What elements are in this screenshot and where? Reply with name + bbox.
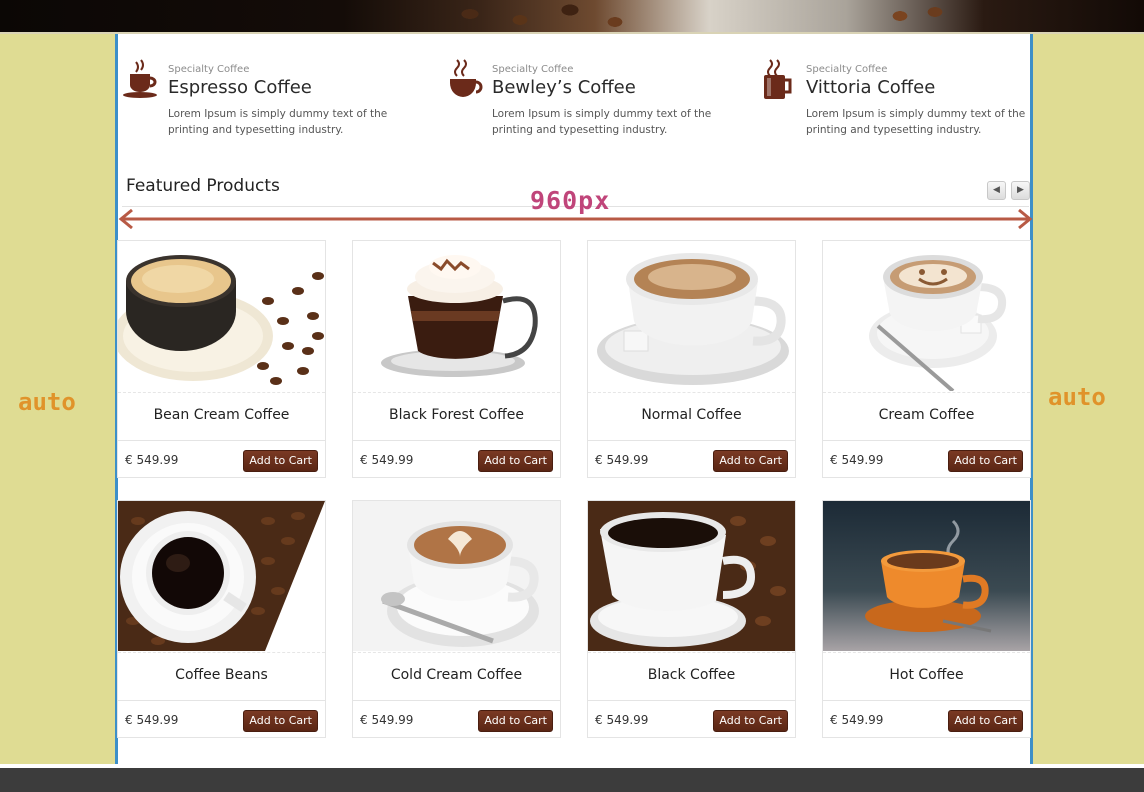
chevron-right-icon: ▶ xyxy=(1017,185,1024,195)
feature-title[interactable]: Bewley’s Coffee xyxy=(492,77,722,98)
card-divider xyxy=(823,392,1030,393)
product-image[interactable] xyxy=(823,501,1030,651)
feature-title[interactable]: Espresso Coffee xyxy=(168,77,398,98)
card-separator xyxy=(118,700,325,701)
card-separator xyxy=(588,440,795,441)
product-price: € 549.99 xyxy=(830,713,884,727)
product-image[interactable] xyxy=(588,501,795,651)
card-separator xyxy=(588,700,795,701)
product-name[interactable]: Cold Cream Coffee xyxy=(353,667,560,683)
product-card[interactable]: Cream Coffee € 549.99 Add to Cart xyxy=(822,240,1031,478)
product-price: € 549.99 xyxy=(360,713,414,727)
add-to-cart-button[interactable]: Add to Cart xyxy=(713,450,788,472)
add-to-cart-button[interactable]: Add to Cart xyxy=(948,450,1023,472)
card-divider xyxy=(588,392,795,393)
product-name[interactable]: Hot Coffee xyxy=(823,667,1030,683)
feature-description: Lorem Ipsum is simply dummy text of the … xyxy=(168,108,388,136)
product-price: € 549.99 xyxy=(595,713,649,727)
hero-banner xyxy=(0,0,1144,34)
page-container: Specialty Coffee Espresso Coffee Lorem I… xyxy=(115,34,1033,764)
product-image[interactable] xyxy=(353,501,560,651)
card-divider xyxy=(588,652,795,653)
product-price: € 549.99 xyxy=(125,453,179,467)
product-image[interactable] xyxy=(588,241,795,391)
width-dimension-arrow xyxy=(118,209,1033,230)
feature-subtitle: Specialty Coffee xyxy=(168,64,250,75)
card-separator xyxy=(823,440,1030,441)
coffee-mug-icon xyxy=(450,59,483,97)
card-divider xyxy=(353,392,560,393)
carousel-next-button[interactable]: ▶ xyxy=(1011,181,1030,200)
feature-subtitle: Specialty Coffee xyxy=(492,64,574,75)
product-image[interactable] xyxy=(118,241,325,391)
left-margin-label: auto xyxy=(18,388,76,416)
card-divider xyxy=(353,652,560,653)
product-price: € 549.99 xyxy=(830,453,884,467)
product-card[interactable]: Bean Cream Coffee € 549.99 Add to Cart xyxy=(117,240,326,478)
product-card[interactable]: Normal Coffee € 549.99 Add to Cart xyxy=(587,240,796,478)
product-card[interactable]: Coffee Beans € 549.99 Add to Cart xyxy=(117,500,326,738)
product-card[interactable]: Hot Coffee € 549.99 Add to Cart xyxy=(822,500,1031,738)
product-image[interactable] xyxy=(823,241,1030,391)
product-image[interactable] xyxy=(353,241,560,391)
add-to-cart-button[interactable]: Add to Cart xyxy=(713,710,788,732)
product-card[interactable]: Black Coffee € 549.99 Add to Cart xyxy=(587,500,796,738)
add-to-cart-button[interactable]: Add to Cart xyxy=(243,450,318,472)
product-price: € 549.99 xyxy=(125,713,179,727)
featured-products-heading: Featured Products xyxy=(126,176,280,196)
card-separator xyxy=(353,700,560,701)
card-divider xyxy=(118,652,325,653)
coffee-cup-icon xyxy=(123,59,157,98)
coffee-glass-icon xyxy=(764,59,792,99)
add-to-cart-button[interactable]: Add to Cart xyxy=(478,450,553,472)
card-divider xyxy=(118,392,325,393)
feature-subtitle: Specialty Coffee xyxy=(806,64,888,75)
product-card[interactable]: Black Forest Coffee € 549.99 Add to Cart xyxy=(352,240,561,478)
feature-title[interactable]: Vittoria Coffee xyxy=(806,77,1036,98)
product-name[interactable]: Black Forest Coffee xyxy=(353,407,560,423)
product-card[interactable]: Cold Cream Coffee € 549.99 Add to Cart xyxy=(352,500,561,738)
product-name[interactable]: Cream Coffee xyxy=(823,407,1030,423)
carousel-prev-button[interactable]: ◀ xyxy=(987,181,1006,200)
add-to-cart-button[interactable]: Add to Cart xyxy=(478,710,553,732)
product-price: € 549.99 xyxy=(595,453,649,467)
chevron-left-icon: ◀ xyxy=(993,185,1000,195)
right-margin-label: auto xyxy=(1048,383,1106,411)
add-to-cart-button[interactable]: Add to Cart xyxy=(243,710,318,732)
feature-description: Lorem Ipsum is simply dummy text of the … xyxy=(806,108,1026,136)
product-name[interactable]: Bean Cream Coffee xyxy=(118,407,325,423)
card-separator xyxy=(118,440,325,441)
product-price: € 549.99 xyxy=(360,453,414,467)
card-separator xyxy=(353,440,560,441)
footer xyxy=(0,768,1144,792)
add-to-cart-button[interactable]: Add to Cart xyxy=(948,710,1023,732)
card-divider xyxy=(823,652,1030,653)
feature-description: Lorem Ipsum is simply dummy text of the … xyxy=(492,108,712,136)
card-separator xyxy=(823,700,1030,701)
coffee-beans-image xyxy=(430,0,640,32)
product-image[interactable] xyxy=(118,501,325,651)
coffee-beans-image xyxy=(880,0,960,32)
product-name[interactable]: Black Coffee xyxy=(588,667,795,683)
product-name[interactable]: Normal Coffee xyxy=(588,407,795,423)
product-name[interactable]: Coffee Beans xyxy=(118,667,325,683)
